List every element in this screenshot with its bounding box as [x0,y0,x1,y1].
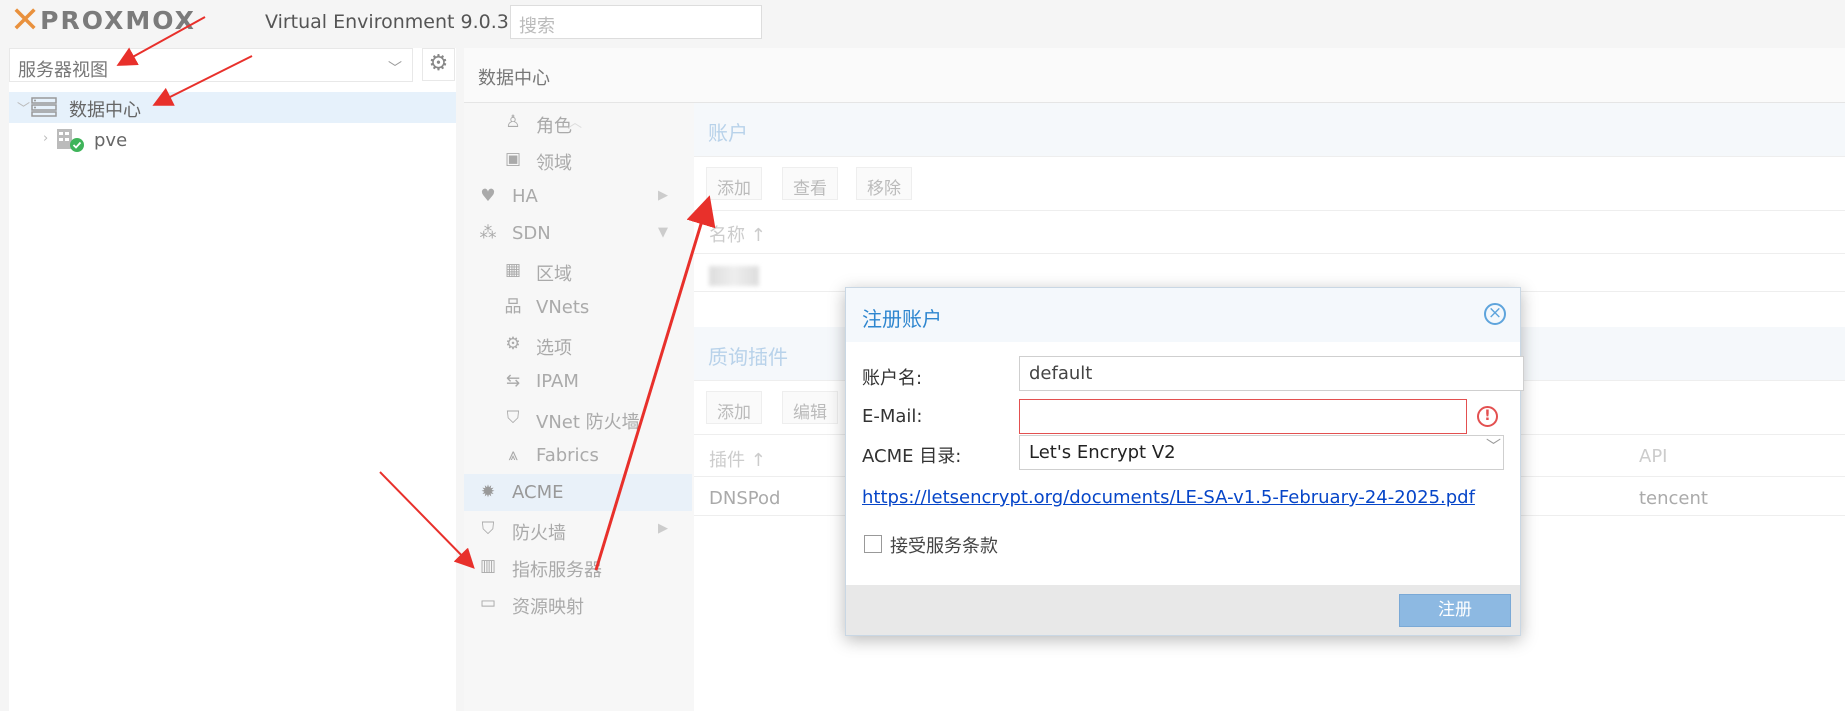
nav-item-acme[interactable]: ✹ ACME [464,474,692,511]
accept-tos-label[interactable]: 接受服务条款 [890,532,998,558]
scroll-up-icon[interactable]: ︿ [568,112,582,132]
person-icon: ♙ [505,112,521,132]
gear-icon: ⚙ [505,334,521,354]
datacenter-nav: ♙ 角色 ▣ 领域 ♥ HA ▶ ⁂ SDN ▼ ▦ 区域 品 VNets ⚙ … [464,103,694,711]
server-stack-icon [31,97,57,117]
certificate-icon: ✹ [480,482,496,502]
accept-tos-checkbox[interactable] [864,535,882,553]
nav-item-ipam[interactable]: ⇆ IPAM [464,363,692,400]
nav-label: ACME [512,482,564,503]
nav-item-ha[interactable]: ♥ HA ▶ [464,178,692,215]
nav-label: Fabrics [536,445,599,466]
tree-item-label[interactable]: pve [94,130,127,151]
chevron-right-icon: ▶ [658,521,668,536]
api-cell[interactable]: tencent [1639,488,1708,509]
search-input[interactable]: 搜索 [510,5,762,39]
nav-label: IPAM [536,371,579,392]
chevron-down-icon[interactable]: ﹀ [1486,435,1501,456]
proxmox-logo[interactable]: ✕ PROXMOX [10,0,196,41]
account-name-field[interactable]: default [1019,356,1524,391]
register-account-dialog: 注册账户 × 账户名: default E-Mail: ! ACME 目录: L… [845,287,1524,636]
nav-label: SDN [512,223,551,244]
main-header [464,48,1845,103]
view-select-value: 服务器视图 [18,60,108,81]
view-account-button[interactable]: 查看 [782,167,838,200]
collapse-caret-icon[interactable]: ﹀ [17,98,30,117]
nav-item-zones[interactable]: ▦ 区域 [464,252,692,289]
divider [694,253,1845,254]
nav-item-fabrics[interactable]: ⩓ Fabrics [464,437,692,474]
nav-item-metric-server[interactable]: ▥ 指标服务器 [464,548,692,585]
chart-icon: ▥ [479,556,497,576]
close-icon[interactable]: × [1484,303,1506,325]
remove-account-button[interactable]: 移除 [856,167,912,200]
divider [694,210,1845,211]
shield-icon: ⛉ [481,519,495,539]
acme-directory-label: ACME 目录: [862,446,962,467]
nav-label: 领域 [536,153,572,174]
redacted-account-name[interactable] [709,266,759,286]
logo-text: PROXMOX [40,6,196,35]
column-header-plugin[interactable]: 插件 ↑ [709,446,766,472]
account-name-label: 账户名: [862,368,923,389]
nav-label: 角色 [536,116,572,137]
nav-label: 区域 [536,264,572,285]
chevron-down-icon: ▼ [658,225,668,240]
nav-label: 指标服务器 [512,560,602,581]
nav-item-realms[interactable]: ▣ 领域 [464,141,692,178]
nav-item-resource-mapping[interactable]: ▭ 资源映射 [464,585,692,622]
column-header-api[interactable]: API [1639,446,1667,467]
plugins-title: 质询插件 [708,345,788,369]
email-label: E-Mail: [862,406,923,427]
register-button[interactable]: 注册 [1399,594,1511,627]
signpost-icon: ⇆ [505,371,521,391]
nav-label: HA [512,186,538,207]
add-plugin-button[interactable]: 添加 [706,391,762,424]
nav-item-sdn[interactable]: ⁂ SDN ▼ [464,215,692,252]
view-select[interactable]: 服务器视图 ﹀ [9,48,413,82]
terms-of-service-link[interactable]: https://letsencrypt.org/documents/LE-SA-… [862,487,1475,508]
grid-icon: ▦ [504,260,522,280]
nav-item-options[interactable]: ⚙ 选项 [464,326,692,363]
nav-item-vnets[interactable]: 品 VNets [464,289,692,326]
edit-plugin-button[interactable]: 编辑 [782,391,838,424]
fabric-icon: ⩓ [508,445,518,465]
dialog-title: 注册账户 [862,307,942,331]
expand-caret-icon[interactable]: › [43,131,48,146]
tree-item-label: 数据中心 [69,100,141,121]
heartbeat-icon: ♥ [480,186,496,206]
nav-label: 防火墙 [512,523,566,544]
accounts-section-header: 账户 [694,103,1845,157]
nav-item-vnet-firewall[interactable]: ⛉ VNet 防火墙 [464,400,692,437]
nav-item-firewall[interactable]: ⛉ 防火墙 ▶ [464,511,692,548]
node-online-icon[interactable] [56,127,86,153]
shield-icon: ⛉ [506,408,520,428]
email-field[interactable] [1019,399,1467,434]
chevron-down-icon: ﹀ [388,61,402,77]
network-icon: 品 [504,297,522,317]
dialog-header: 注册账户 × [846,288,1520,342]
chevron-right-icon: ▶ [658,188,668,203]
sdn-icon: ⁂ [479,223,497,243]
breadcrumb: 数据中心 [478,68,550,89]
nav-label: VNet 防火墙 [536,412,640,433]
accounts-title: 账户 [708,121,748,145]
column-header-name[interactable]: 名称 ↑ [709,221,766,247]
nav-label: VNets [536,297,590,318]
plugin-cell[interactable]: DNSPod [709,488,780,509]
add-account-button[interactable]: 添加 [706,167,762,200]
logo-x-icon: ✕ [10,0,41,41]
gear-icon[interactable]: ⚙ [422,48,455,81]
version-label: Virtual Environment 9.0.3 [265,11,509,33]
folder-icon: ▭ [479,593,497,613]
error-icon: ! [1477,406,1498,427]
nav-label: 资源映射 [512,597,584,618]
nav-label: 选项 [536,338,572,359]
acme-directory-select[interactable]: Let's Encrypt V2 [1019,435,1504,470]
tree-item-datacenter[interactable]: ﹀ 数据中心 [9,92,456,123]
id-card-icon: ▣ [504,149,522,169]
